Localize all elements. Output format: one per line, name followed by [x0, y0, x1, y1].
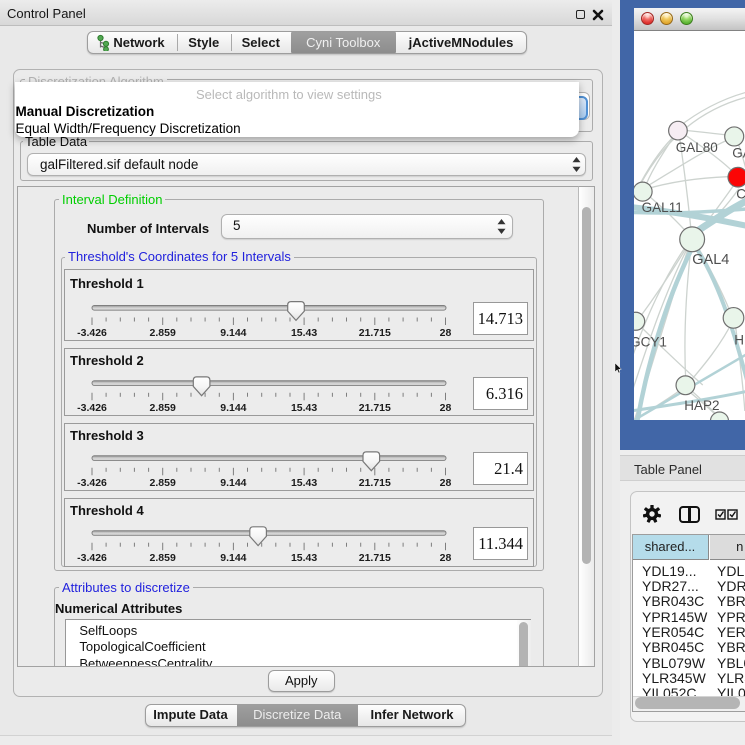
- svg-text:-3.426: -3.426: [77, 477, 107, 489]
- svg-text:2.859: 2.859: [150, 327, 176, 339]
- svg-text:C: C: [736, 186, 745, 201]
- svg-text:28: 28: [440, 402, 452, 414]
- svg-text:28: 28: [440, 552, 452, 564]
- svg-text:GAL11: GAL11: [641, 200, 682, 215]
- svg-text:15.43: 15.43: [291, 327, 317, 339]
- svg-text:28: 28: [440, 327, 452, 339]
- svg-text:HAP2: HAP2: [684, 397, 719, 412]
- svg-text:H: H: [734, 332, 744, 347]
- svg-text:-3.426: -3.426: [77, 327, 107, 339]
- svg-text:21.715: 21.715: [359, 327, 391, 339]
- svg-text:GAL80: GAL80: [675, 140, 717, 155]
- svg-text:GCY1: GCY1: [634, 334, 667, 349]
- svg-text:2.859: 2.859: [150, 402, 176, 414]
- svg-text:GAL4: GAL4: [692, 251, 729, 267]
- svg-text:9.144: 9.144: [220, 552, 246, 564]
- svg-text:21.715: 21.715: [359, 402, 391, 414]
- svg-text:-3.426: -3.426: [77, 402, 107, 414]
- svg-text:21.715: 21.715: [359, 552, 391, 564]
- svg-text:2.859: 2.859: [150, 477, 176, 489]
- svg-text:15.43: 15.43: [291, 552, 317, 564]
- svg-text:28: 28: [440, 477, 452, 489]
- svg-text:2.859: 2.859: [150, 552, 176, 564]
- svg-text:9.144: 9.144: [220, 327, 246, 339]
- svg-text:9.144: 9.144: [220, 477, 246, 489]
- svg-text:9.144: 9.144: [220, 402, 246, 414]
- svg-text:GA: GA: [732, 145, 745, 160]
- svg-text:21.715: 21.715: [359, 477, 391, 489]
- svg-text:15.43: 15.43: [291, 477, 317, 489]
- svg-text:-3.426: -3.426: [77, 552, 107, 564]
- svg-text:15.43: 15.43: [291, 402, 317, 414]
